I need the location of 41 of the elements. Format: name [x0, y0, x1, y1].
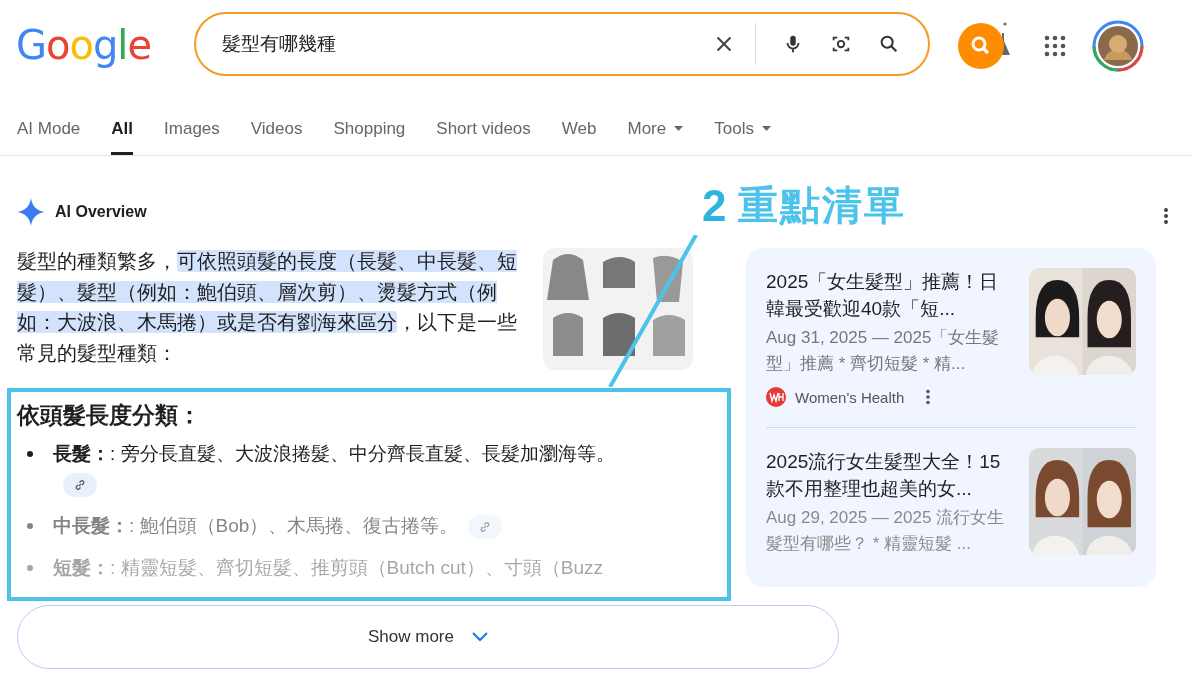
- search-tab[interactable]: Tools: [714, 102, 771, 155]
- search-field[interactable]: 髮型有哪幾種: [194, 12, 930, 76]
- caret-icon: [761, 126, 771, 131]
- search-tab[interactable]: All: [111, 102, 134, 155]
- source-title[interactable]: 2025流行女生髮型大全！15款不用整理也超美的女...: [766, 448, 1011, 502]
- site-logo-icon: [766, 387, 786, 407]
- list-item-text: 短髮：: 精靈短髮、齊切短髮、推剪頭（Butch cut）、寸頭（Buzz: [53, 556, 603, 580]
- sparkle-icon: [17, 198, 45, 226]
- link-icon: [479, 521, 492, 533]
- annotation-label: 重點清單: [738, 182, 907, 229]
- search-tab[interactable]: Shopping: [333, 102, 406, 155]
- overview-paragraph: 髮型的種類繁多，可依照頭髮的長度（長髮、中長髮、短髮）、髮型（例如：鮑伯頭、層次剪）、燙髮方式（例如：大波浪、木馬捲）或是否有劉海來區分，以下是一些常見的髮型種類：: [17, 249, 518, 366]
- section-heading: 依頭髮長度分類：: [17, 401, 202, 430]
- step-number: 2: [702, 180, 727, 231]
- more-options-icon[interactable]: [925, 389, 932, 405]
- apps-grid-icon[interactable]: [1044, 35, 1066, 57]
- source-title[interactable]: 2025「女生髮型」推薦！日韓最受歡迎40款「短...: [766, 268, 1011, 322]
- search-tab[interactable]: Short videos: [436, 102, 531, 155]
- caret-icon: [674, 126, 684, 131]
- search-tab[interactable]: Web: [561, 102, 597, 155]
- link-icon: [74, 479, 86, 491]
- link-chip[interactable]: [63, 473, 97, 497]
- list-item-text: 長髮：: 旁分長直髮、大波浪捲髮、中分齊長直髮、長髮加瀏海等。: [53, 439, 657, 499]
- search-tab[interactable]: Videos: [250, 102, 303, 155]
- bullet: [27, 451, 33, 457]
- search-icon[interactable]: [878, 33, 900, 55]
- account-avatar-icon[interactable]: [1092, 20, 1144, 72]
- show-more-button[interactable]: Show more: [17, 605, 839, 669]
- source-snippet: Aug 29, 2025 — 2025 流行女生髮型有哪些？ * 精靈短髮 ...: [766, 507, 1006, 555]
- search-tab[interactable]: More: [627, 102, 684, 155]
- more-options-icon[interactable]: [1163, 207, 1169, 225]
- bullet: [27, 523, 33, 529]
- search-tab[interactable]: AI Mode: [17, 102, 81, 155]
- bullet: [27, 565, 33, 571]
- list-item-text: 中長髮：: 鮑伯頭（Bob）、木馬捲、復古捲等。: [53, 511, 503, 541]
- google-logo[interactable]: Google: [16, 22, 194, 68]
- search-tab[interactable]: Images: [164, 102, 220, 155]
- overview-title: AI Overview: [55, 203, 147, 221]
- source-snippet: Aug 31, 2025 — 2025「女生髮型」推薦 * 齊切短髮 * 精...: [766, 327, 1001, 375]
- chevron-down-icon: [472, 632, 488, 642]
- source-name: Women's Health: [795, 388, 905, 406]
